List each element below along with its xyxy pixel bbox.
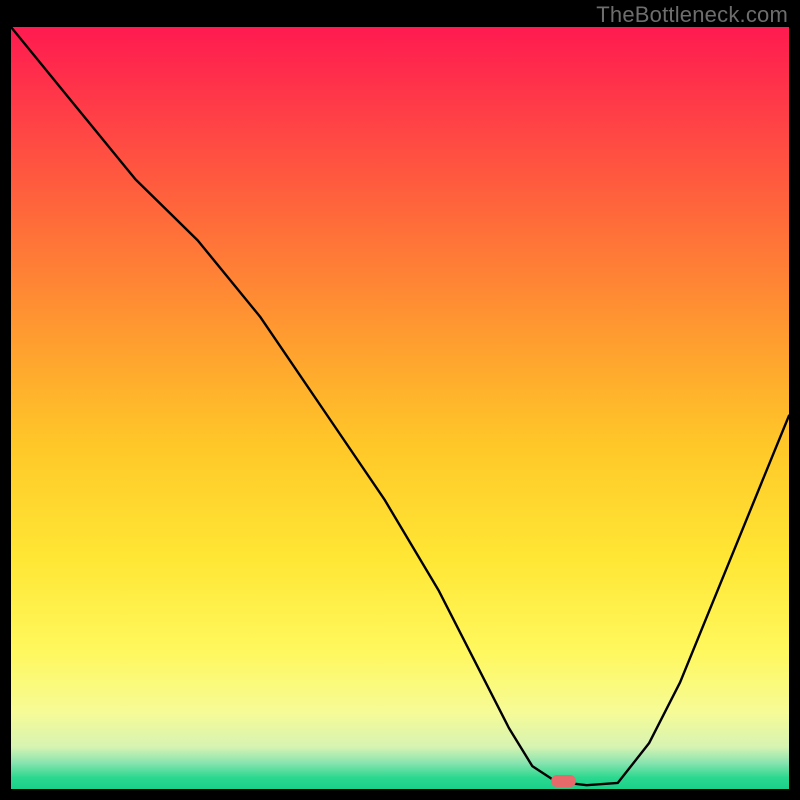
plot-area	[11, 27, 789, 789]
watermark-text: TheBottleneck.com	[596, 2, 788, 28]
plot-gradient	[11, 27, 789, 789]
optimal-marker	[551, 775, 576, 787]
